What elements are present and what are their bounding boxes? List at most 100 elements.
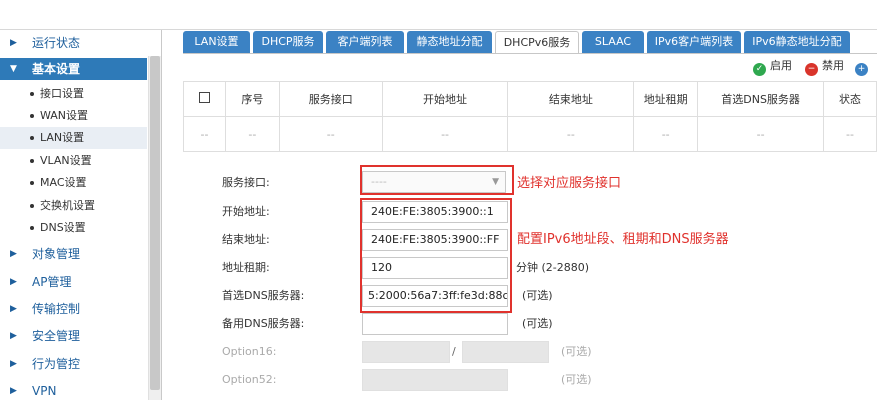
table-cell: -- <box>507 116 635 152</box>
tab-lan[interactable]: LAN设置 <box>183 31 250 53</box>
option16-input-2 <box>462 341 549 363</box>
bullet-icon <box>30 136 34 140</box>
minus-icon: − <box>805 63 818 76</box>
table-cell: -- <box>633 116 699 152</box>
select-all-cell[interactable] <box>183 81 226 117</box>
chevron-right-icon: ▶ <box>10 331 17 341</box>
disable-label: 禁用 <box>822 59 844 72</box>
sidebar-item-label: VPN <box>32 384 57 398</box>
col-interface: 服务接口 <box>278 81 383 117</box>
sidebar-item-status[interactable]: ▶ 运行状态 <box>0 32 147 54</box>
sidebar-subitem-label: WAN设置 <box>40 109 89 122</box>
sidebar-subitem-mac[interactable]: MAC设置 <box>0 172 147 194</box>
sidebar-subitem-lan[interactable]: LAN设置 <box>0 127 147 149</box>
check-icon: ✓ <box>753 63 766 76</box>
sidebar-item-label: 运行状态 <box>32 36 81 50</box>
option16-input-1 <box>362 341 450 363</box>
sidebar-subitem-label: DNS设置 <box>40 221 86 234</box>
chevron-right-icon: ▶ <box>10 386 17 396</box>
enable-button[interactable]: ✓ 启用 <box>753 58 792 76</box>
chevron-right-icon: ▶ <box>10 38 17 48</box>
tab-client-list[interactable]: 客户端列表 <box>326 31 404 53</box>
dhcpv6-table: 序号 服务接口 开始地址 结束地址 地址租期 首选DNS服务器 状态 -- --… <box>183 81 877 152</box>
backup-dns-hint: (可选) <box>522 317 553 330</box>
disable-button[interactable]: − 禁用 <box>805 58 844 76</box>
tab-ipv6-client-list[interactable]: IPv6客户端列表 <box>647 31 741 53</box>
sidebar-subitem-vlan[interactable]: VLAN设置 <box>0 150 147 172</box>
bullet-icon <box>30 92 34 96</box>
table-cell: -- <box>697 116 825 152</box>
table-cell: -- <box>278 116 383 152</box>
sidebar-item-ap[interactable]: ▶ AP管理 <box>0 271 147 293</box>
sidebar-subitem-label: MAC设置 <box>40 176 87 189</box>
add-button[interactable]: + <box>855 58 872 76</box>
col-preferred-dns: 首选DNS服务器 <box>697 81 825 117</box>
plus-icon: + <box>855 63 868 76</box>
sidebar-item-label: AP管理 <box>32 275 72 289</box>
tab-slaac[interactable]: SLAAC <box>582 31 644 53</box>
tab-static-address[interactable]: 静态地址分配 <box>407 31 492 53</box>
sidebar-subitem-switch[interactable]: 交换机设置 <box>0 195 147 217</box>
sidebar-item-vpn[interactable]: ▶ VPN <box>0 380 147 402</box>
table-cell: -- <box>823 116 877 152</box>
option16-label: Option16: <box>222 345 277 358</box>
lease-hint: 分钟 (2-2880) <box>516 261 590 274</box>
sidebar-item-objects[interactable]: ▶ 对象管理 <box>0 243 147 265</box>
sidebar-subitem-label: 交换机设置 <box>40 199 95 212</box>
select-all-checkbox[interactable] <box>198 92 210 103</box>
table-header-row: 序号 服务接口 开始地址 结束地址 地址租期 首选DNS服务器 状态 <box>183 81 877 117</box>
chevron-right-icon: ▶ <box>10 304 17 314</box>
sidebar-item-label: 基本设置 <box>32 62 81 76</box>
sidebar-subitem-interface[interactable]: 接口设置 <box>0 83 147 105</box>
option52-hint: (可选) <box>561 373 592 386</box>
sidebar: ∧ ▶ 运行状态 ▼ 基本设置 接口设置 WAN设置 LAN设置 VLAN设置 … <box>0 30 162 400</box>
bullet-icon <box>30 226 34 230</box>
sidebar-subitem-label: VLAN设置 <box>40 154 92 167</box>
enable-label: 启用 <box>770 59 792 72</box>
bullet-icon <box>30 159 34 163</box>
sidebar-subitem-dns[interactable]: DNS设置 <box>0 217 147 239</box>
sidebar-item-transport[interactable]: ▶ 传输控制 <box>0 298 147 320</box>
highlight-box-interface <box>360 165 514 195</box>
sidebar-item-behavior[interactable]: ▶ 行为管控 <box>0 353 147 375</box>
table-cell: -- <box>381 116 509 152</box>
sidebar-item-label: 安全管理 <box>32 329 81 343</box>
tab-dhcpv6[interactable]: DHCPv6服务 <box>495 31 579 54</box>
sidebar-scrollbar-thumb[interactable] <box>150 56 160 390</box>
sidebar-item-basic-settings[interactable]: ▼ 基本设置 <box>0 58 147 80</box>
bullet-icon <box>30 204 34 208</box>
bullet-icon <box>30 114 34 118</box>
col-status: 状态 <box>823 81 877 117</box>
option16-separator: / <box>452 345 456 358</box>
table-row: -- -- -- -- -- -- -- -- <box>183 116 877 152</box>
chevron-right-icon: ▶ <box>10 359 17 369</box>
option52-input <box>362 369 508 391</box>
table-cell: -- <box>183 116 226 152</box>
option16-hint: (可选) <box>561 345 592 358</box>
interface-label: 服务接口: <box>222 176 270 189</box>
col-start-address: 开始地址 <box>381 81 509 117</box>
top-header-bar <box>0 0 877 30</box>
annotation-configure-ipv6: 配置IPv6地址段、租期和DNS服务器 <box>517 232 729 247</box>
table-cell: -- <box>224 116 280 152</box>
highlight-box-address <box>360 198 512 313</box>
tab-dhcp[interactable]: DHCP服务 <box>253 31 323 53</box>
sidebar-item-label: 传输控制 <box>32 302 81 316</box>
preferred-dns-label: 首选DNS服务器: <box>222 289 305 302</box>
sidebar-subitem-wan[interactable]: WAN设置 <box>0 105 147 127</box>
sidebar-item-label: 行为管控 <box>32 357 81 371</box>
sidebar-subitem-label: LAN设置 <box>40 131 85 144</box>
end-address-label: 结束地址: <box>222 233 270 246</box>
bullet-icon <box>30 181 34 185</box>
lease-label: 地址租期: <box>222 261 270 274</box>
sidebar-item-security[interactable]: ▶ 安全管理 <box>0 325 147 347</box>
sidebar-item-label: 对象管理 <box>32 247 81 261</box>
tab-divider <box>183 53 877 54</box>
tab-ipv6-static-address[interactable]: IPv6静态地址分配 <box>744 31 850 53</box>
option52-label: Option52: <box>222 373 277 386</box>
backup-dns-input[interactable] <box>362 313 508 335</box>
preferred-dns-hint: (可选) <box>522 289 553 302</box>
annotation-select-interface: 选择对应服务接口 <box>517 176 622 191</box>
chevron-right-icon: ▶ <box>10 277 17 287</box>
backup-dns-label: 备用DNS服务器: <box>222 317 305 330</box>
